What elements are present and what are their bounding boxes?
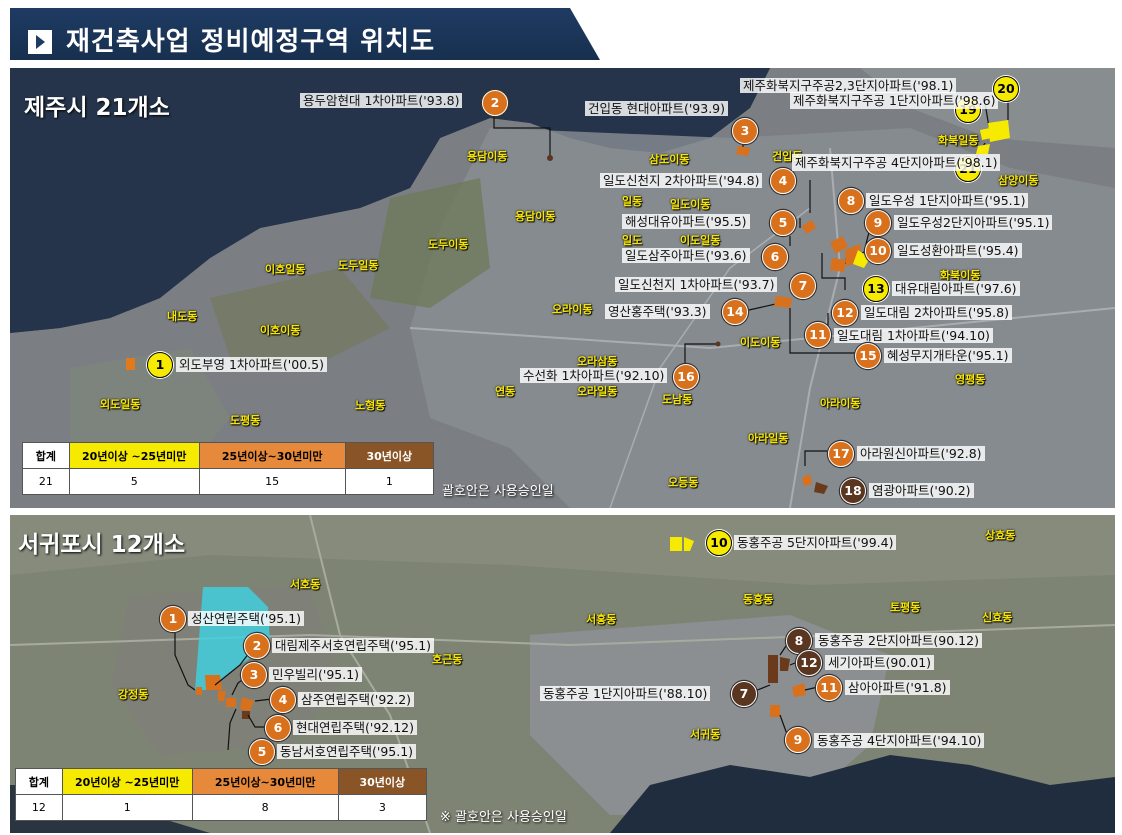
site-label: 세기아파트(90.01) — [825, 655, 935, 670]
site-marker: 5 — [770, 210, 796, 236]
site-label: 용두암현대 1차아파트('93.8) — [300, 93, 463, 108]
legend-header: 25년이상~30년미만 — [198, 442, 346, 469]
site-marker: 10 — [865, 238, 891, 264]
dong-label: 토평동 — [890, 601, 921, 614]
site-marker: 18 — [840, 478, 866, 504]
site-marker: 3 — [241, 662, 267, 688]
site-label: 삼주연립주택('92.2) — [298, 692, 415, 707]
site-marker: 1 — [160, 606, 186, 632]
site-label: 일도우성2단지아파트('95.1) — [894, 215, 1053, 230]
site-label: 대림제주서호연립주택('95.1) — [272, 638, 435, 653]
site-label: 수선화 1차아파트('92.10) — [520, 368, 668, 383]
seogwipo-map: 서귀포시 12개소 상효동 서호동 동홍동 토평동 신효동 서홍동 호근동 강정… — [10, 515, 1115, 833]
site-label: 현대연립주택('92.12) — [293, 720, 417, 735]
chevron-right-icon — [28, 30, 52, 54]
site-marker: 2 — [482, 90, 508, 116]
site-label: 일도삼주아파트('93.6) — [622, 248, 750, 263]
site-marker: 17 — [828, 441, 854, 467]
site-marker: 12 — [796, 650, 822, 676]
site-marker: 7 — [790, 273, 816, 299]
legend-header: 20년이상 ~25년미만 — [68, 442, 200, 469]
site-label: 건입동 현대아파트('93.9) — [585, 101, 728, 116]
site-marker: 4 — [770, 168, 796, 194]
legend-header: 20년이상 ~25년미만 — [61, 768, 193, 795]
dong-label: 동홍동 — [743, 593, 774, 606]
title-banner: 재건축사업 정비예정구역 위치도 — [10, 8, 600, 60]
legend-value: 21 — [22, 468, 70, 495]
legend-value: 1 — [344, 468, 435, 495]
legend-value: 8 — [191, 794, 339, 821]
seogwipo-legend-table: 합계 20년이상 ~25년미만 25년이상~30년미만 30년이상 12 1 8… — [15, 768, 428, 821]
site-label: 동홍주공 1단지아파트('88.10) — [540, 686, 711, 701]
site-label: 일도신천지 2차아파트('94.8) — [600, 173, 763, 188]
dong-label: 신효동 — [982, 611, 1013, 624]
site-marker: 2 — [244, 633, 270, 659]
site-marker: 6 — [265, 715, 291, 741]
site-marker: 11 — [816, 675, 842, 701]
legend-value: 1 — [61, 794, 193, 821]
site-marker: 12 — [832, 300, 858, 326]
dong-label: 서호동 — [290, 578, 321, 591]
site-label: 외도부영 1차아파트('00.5) — [176, 357, 327, 372]
legend-value: 5 — [68, 468, 200, 495]
site-label: 제주화북지구주공2,3단지아파트('98.1) — [740, 78, 957, 93]
site-label: 일도우성 1단지아파트('95.1) — [866, 193, 1029, 208]
site-label: 동홍주공 2단지아파트(90.12) — [815, 633, 982, 648]
site-label: 영산홍주택('93.3) — [605, 304, 710, 319]
site-label: 일도신천지 1차아파트('93.7) — [615, 277, 778, 292]
dong-label: 호근동 — [432, 653, 463, 666]
dong-label: 강정동 — [118, 688, 149, 701]
jeju-legend-table: 합계 20년이상 ~25년미만 25년이상~30년미만 30년이상 21 5 1… — [22, 442, 435, 495]
site-label: 일도성환아파트('95.4) — [894, 243, 1022, 258]
site-label: 일도대림 2차아파트('95.8) — [861, 305, 1012, 320]
site-marker: 4 — [270, 687, 296, 713]
site-label: 해성대유아파트('95.5) — [622, 214, 750, 229]
site-label: 성산연립주택('95.1) — [188, 611, 305, 626]
legend-header: 합계 — [15, 768, 63, 795]
seogwipo-note: ※ 괄호안은 사용승인일 — [440, 810, 567, 825]
legend-header: 30년이상 — [344, 442, 435, 469]
site-marker: 9 — [865, 210, 891, 236]
site-label: 삼아아파트('91.8) — [845, 680, 950, 695]
site-marker: 6 — [762, 244, 788, 270]
site-marker: 20 — [993, 76, 1019, 102]
site-label: 아라원신아파트('92.8) — [857, 446, 985, 461]
site-label: 동홍주공 5단지아파트('99.4) — [734, 535, 897, 550]
site-label: 동남서호연립주택('95.1) — [277, 744, 417, 759]
site-label: 동홍주공 4단지아파트('94.10) — [814, 733, 985, 748]
dong-label: 상효동 — [985, 529, 1016, 542]
site-marker: 15 — [855, 343, 881, 369]
site-marker: 13 — [863, 276, 889, 302]
site-marker: 3 — [732, 118, 758, 144]
legend-value: 3 — [337, 794, 428, 821]
site-label: 대유대림아파트('97.6) — [892, 281, 1020, 296]
jeju-note: 괄호안은 사용승인일 — [442, 484, 554, 499]
legend-header: 25년이상~30년미만 — [191, 768, 339, 795]
site-marker: 11 — [805, 322, 831, 348]
site-label: 제주화북지구주공 1단지아파트('98.6) — [790, 92, 999, 109]
legend-value: 15 — [198, 468, 346, 495]
site-marker: 10 — [706, 530, 732, 556]
site-marker: 8 — [838, 188, 864, 214]
site-marker: 5 — [249, 739, 275, 765]
page-header: 재건축사업 정비예정구역 위치도 — [0, 0, 1122, 62]
site-label: 일도대림 1차아파트('94.10) — [834, 328, 993, 343]
jeju-map: 제주시 21개소 용담이동 삼도이동 건입동 일도이동 용담이동 도두이동 일동… — [10, 68, 1115, 508]
site-marker: 9 — [785, 727, 811, 753]
dong-label: 서홍동 — [586, 613, 617, 626]
dong-label: 서귀동 — [690, 728, 721, 741]
legend-header: 합계 — [22, 442, 70, 469]
legend-header: 30년이상 — [337, 768, 428, 795]
page-title: 재건축사업 정비예정구역 위치도 — [66, 27, 435, 57]
site-label: 제주화북지구주공 4단지아파트('98.1) — [792, 154, 1001, 171]
site-label: 염광아파트('90.2) — [869, 483, 974, 498]
seogwipo-region-title: 서귀포시 12개소 — [18, 532, 185, 558]
site-marker: 16 — [673, 364, 699, 390]
site-label: 민우빌리('95.1) — [269, 667, 363, 682]
site-label: 혜성무지개타운('95.1) — [884, 348, 1012, 363]
site-marker: 14 — [722, 299, 748, 325]
site-marker: 1 — [147, 352, 173, 378]
legend-value: 12 — [15, 794, 63, 821]
site-marker: 7 — [731, 681, 757, 707]
